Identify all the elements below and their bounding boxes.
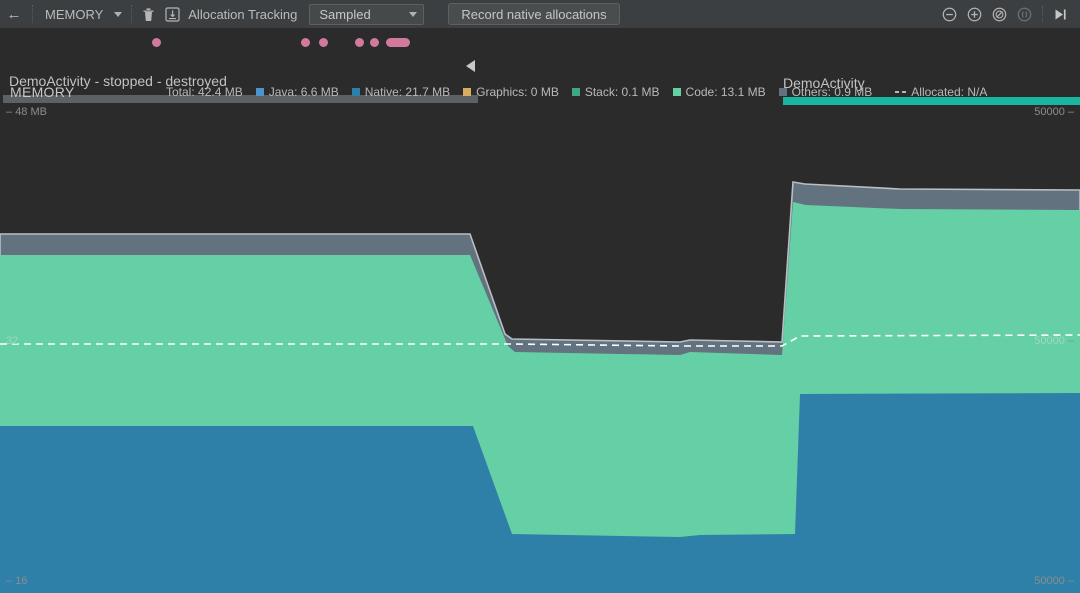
toolbar-divider-2 bbox=[131, 5, 133, 23]
chevron-down-icon bbox=[409, 11, 418, 17]
legend-item-native: Native: 21.7 MB bbox=[351, 85, 451, 99]
legend-swatch bbox=[351, 88, 360, 96]
legend-label: Graphics: 0 MB bbox=[476, 85, 559, 99]
event-timeline-row[interactable]: DemoActivity - stopped - destroyed DemoA… bbox=[0, 29, 1080, 105]
chevron-down-icon[interactable] bbox=[109, 0, 127, 29]
profiler-toolbar: ← MEMORY Allocation Tracking Sampled Rec… bbox=[0, 0, 1080, 29]
event-dot[interactable] bbox=[386, 38, 410, 47]
legend-swatch bbox=[255, 88, 264, 96]
memory-area-chart[interactable]: – 48 MB 50000 – 32 50000 – – 16 50000 – bbox=[0, 106, 1080, 593]
trash-icon[interactable] bbox=[136, 0, 160, 29]
legend-label: Native: 21.7 MB bbox=[364, 85, 451, 99]
legend-label: Stack: 0.1 MB bbox=[584, 85, 660, 99]
event-dot[interactable] bbox=[370, 38, 379, 47]
legend-label: Allocated: N/A bbox=[911, 85, 988, 99]
legend-label: Others: 0.9 MB bbox=[791, 85, 873, 99]
event-dot[interactable] bbox=[319, 38, 328, 47]
legend-title: MEMORY bbox=[10, 84, 75, 100]
back-button[interactable]: ← bbox=[0, 0, 28, 29]
zoom-out-icon[interactable] bbox=[937, 0, 962, 29]
jump-to-end-icon[interactable] bbox=[1048, 0, 1073, 29]
legend-swatch bbox=[778, 88, 787, 96]
legend-item-code: Code: 13.1 MB bbox=[672, 85, 766, 99]
profiler-type-label: MEMORY bbox=[45, 6, 104, 22]
zoom-in-icon[interactable] bbox=[962, 0, 987, 29]
event-dot[interactable] bbox=[301, 38, 310, 47]
sampling-mode-dropdown[interactable]: Sampled bbox=[309, 3, 425, 25]
zoom-controls bbox=[937, 0, 1080, 29]
event-dot[interactable] bbox=[355, 38, 364, 47]
legend-item-java: Java: 6.6 MB bbox=[255, 85, 339, 99]
toolbar-divider-3 bbox=[1042, 6, 1043, 22]
event-dot-group bbox=[0, 29, 480, 51]
memory-chart-svg bbox=[0, 181, 1080, 593]
legend-label: Total: 42.4 MB bbox=[166, 85, 243, 99]
memory-legend: MEMORY Total: 42.4 MB Java: 6.6 MB Nativ… bbox=[0, 84, 1080, 106]
dashed-line-icon bbox=[895, 91, 907, 93]
legend-swatch bbox=[463, 88, 472, 96]
legend-item-stack: Stack: 0.1 MB bbox=[571, 85, 660, 99]
legend-item-others: Others: 0.9 MB bbox=[778, 85, 873, 99]
zoom-to-selection-icon[interactable] bbox=[1012, 0, 1037, 29]
legend-item-graphics: Graphics: 0 MB bbox=[463, 85, 559, 99]
event-dot[interactable] bbox=[152, 38, 161, 47]
save-download-icon[interactable] bbox=[160, 0, 184, 29]
toolbar-divider-1 bbox=[32, 5, 33, 23]
legend-label: Code: 13.1 MB bbox=[685, 85, 766, 99]
legend-item-list: Total: 42.4 MB Java: 6.6 MB Native: 21.7… bbox=[166, 85, 987, 99]
legend-swatch bbox=[672, 88, 681, 96]
sampling-mode-value: Sampled bbox=[319, 6, 371, 22]
legend-item-total: Total: 42.4 MB bbox=[166, 85, 243, 99]
legend-item-allocated: Allocated: N/A bbox=[895, 85, 987, 99]
legend-swatch bbox=[571, 88, 580, 96]
zoom-reset-icon[interactable] bbox=[987, 0, 1012, 29]
allocation-tracking-label: Allocation Tracking bbox=[188, 6, 298, 22]
collapse-left-icon[interactable] bbox=[466, 60, 475, 72]
record-native-allocations-button[interactable]: Record native allocations bbox=[448, 3, 620, 25]
legend-label: Java: 6.6 MB bbox=[268, 85, 339, 99]
